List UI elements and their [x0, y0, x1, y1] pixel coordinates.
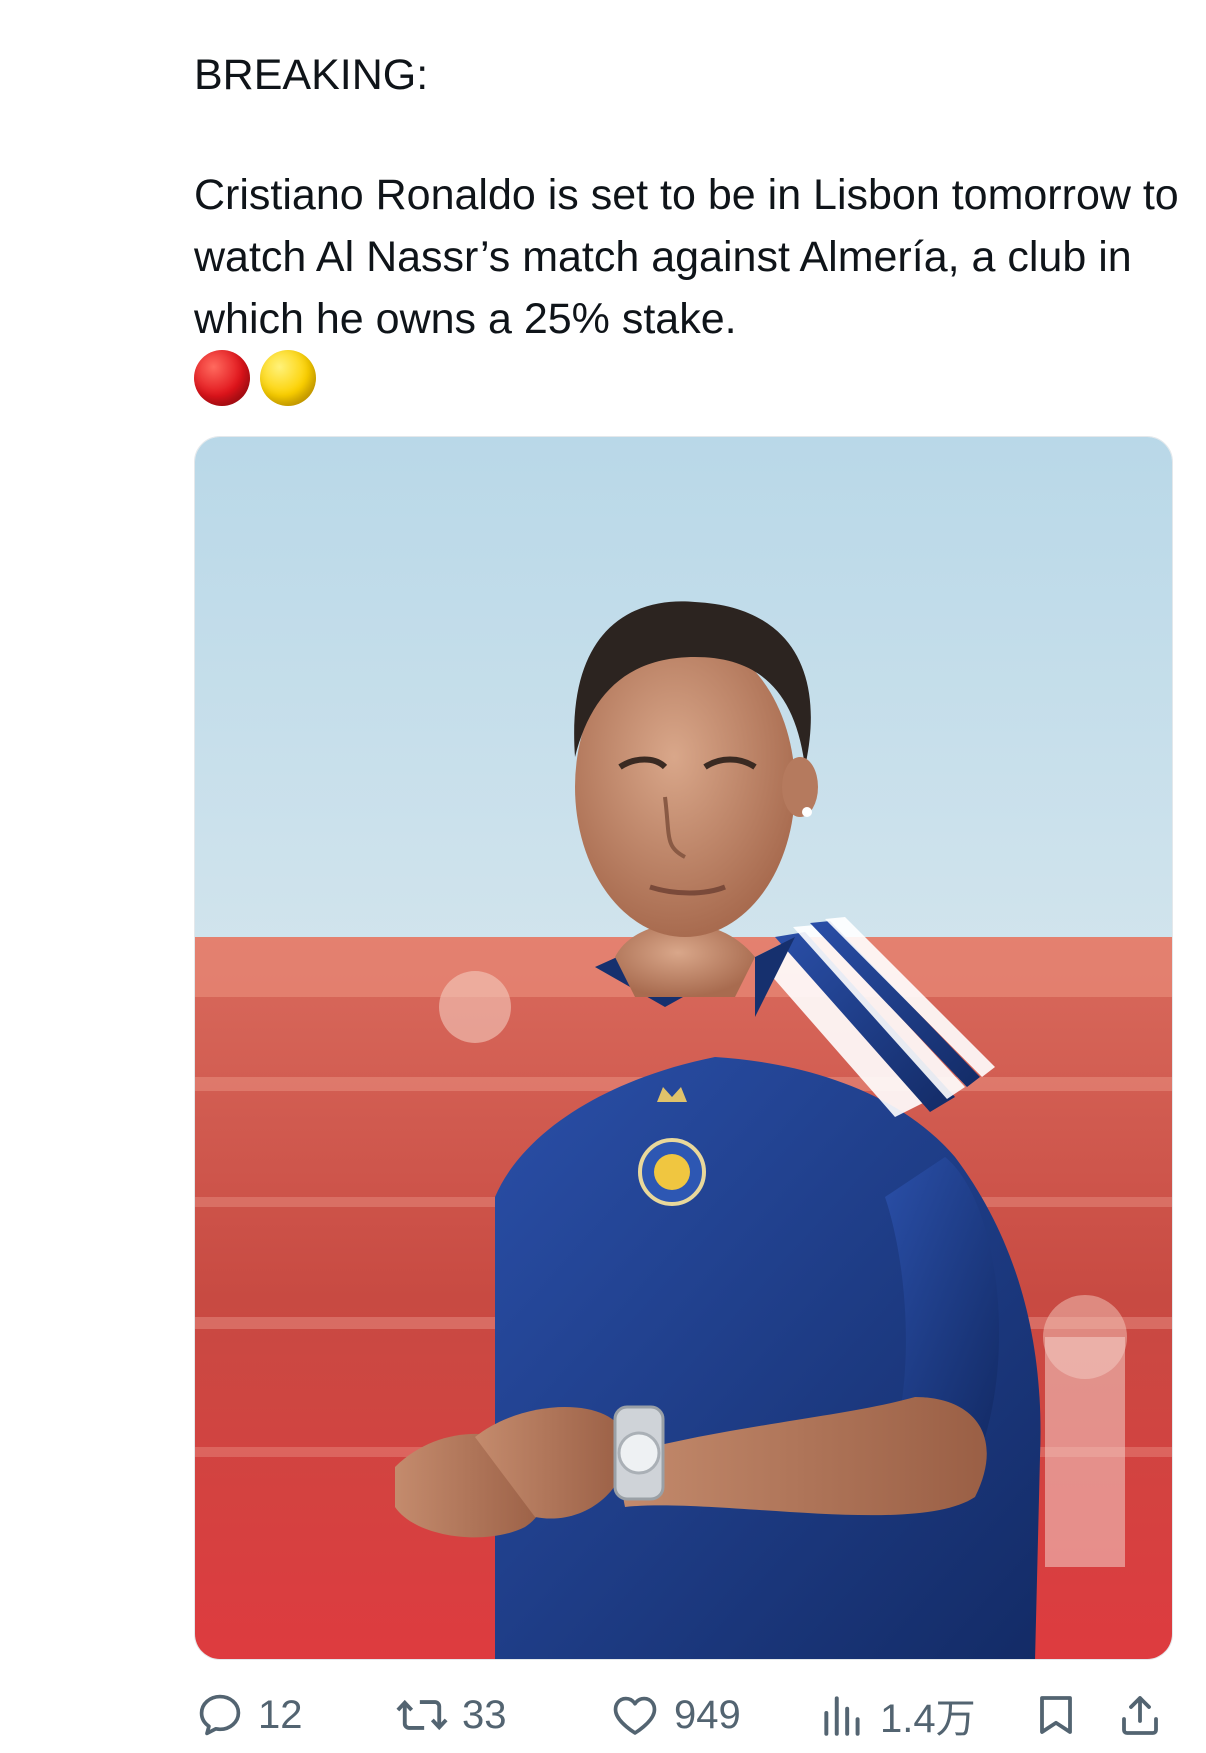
share-button[interactable] — [1116, 1685, 1164, 1745]
tweet-heading: BREAKING: — [194, 51, 429, 99]
retweet-icon — [396, 1699, 448, 1731]
emoji-row — [194, 350, 316, 406]
share-icon — [1122, 1696, 1158, 1735]
yellow-circle-emoji — [260, 350, 316, 406]
bookmark-icon — [1040, 1696, 1072, 1734]
reply-button[interactable]: 12 — [194, 1685, 303, 1745]
views-icon — [824, 1696, 860, 1736]
views-count: 1.4万 — [880, 1697, 976, 1741]
heart-icon — [613, 1696, 657, 1735]
retweet-button[interactable]: 33 — [394, 1685, 507, 1745]
retweet-count: 33 — [462, 1692, 507, 1737]
like-button[interactable]: 949 — [608, 1685, 741, 1745]
reply-count: 12 — [258, 1692, 303, 1737]
bookmark-button[interactable] — [1032, 1685, 1080, 1745]
reply-icon — [199, 1694, 241, 1736]
red-circle-emoji — [194, 350, 250, 406]
tweet-body: Cristiano Ronaldo is set to be in Lisbon… — [194, 171, 1179, 343]
tweet-photo[interactable] — [194, 436, 1173, 1660]
like-count: 949 — [674, 1692, 741, 1737]
photo-illustration — [195, 437, 1172, 1659]
views-button[interactable]: 1.4万 — [818, 1685, 976, 1745]
tweet-actions: 12 33 949 1.4万 — [194, 1685, 1174, 1745]
